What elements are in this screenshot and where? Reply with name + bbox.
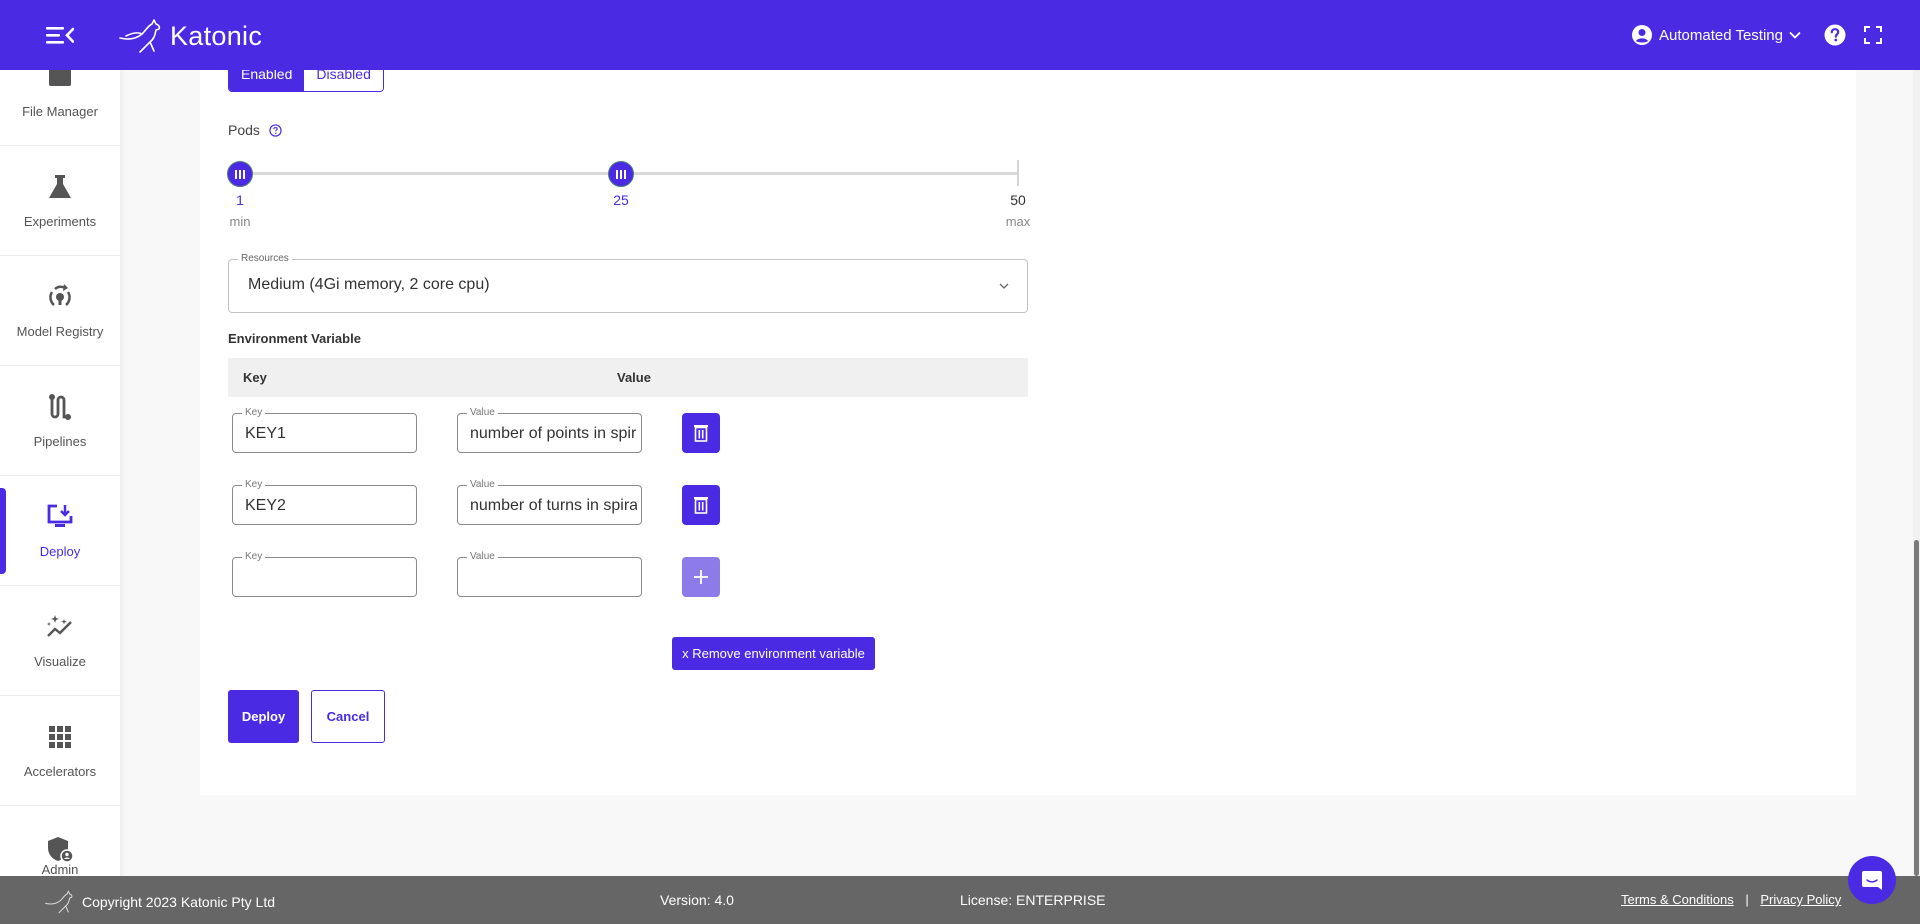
sidebar-item-model-registry[interactable]: Model Registry: [0, 256, 120, 366]
delete-env-button[interactable]: [682, 413, 720, 453]
env-key-input[interactable]: [245, 423, 412, 445]
sidebar-item-visualize[interactable]: Visualize: [0, 586, 120, 696]
scrollbar-thumb[interactable]: [1914, 540, 1919, 876]
page-footer: Copyright 2023 Katonic Pty Ltd Version: …: [0, 876, 1920, 924]
slider-thumb-min[interactable]: [227, 161, 253, 187]
footer-version: Version: 4.0: [660, 892, 734, 908]
slider-thumb-max[interactable]: [608, 161, 635, 187]
sidebar-item-label: Visualize: [34, 654, 86, 669]
env-col-value: Value: [617, 370, 651, 385]
chat-launcher-button[interactable]: [1848, 856, 1896, 904]
model-registry-icon: [49, 284, 71, 306]
kangaroo-logo-icon: [119, 19, 161, 53]
trash-icon: [694, 497, 708, 514]
sidebar-item-label: Deploy: [39, 544, 81, 559]
remove-env-variable-button[interactable]: x Remove environment variable: [672, 637, 875, 670]
cancel-button[interactable]: Cancel: [311, 690, 385, 743]
pods-range-slider[interactable]: 1 25 50 min max: [227, 160, 1030, 230]
env-key-field: Key: [232, 479, 417, 525]
env-value-field: Value: [457, 551, 642, 597]
chat-bubble-icon: [1862, 871, 1882, 890]
env-key-field: Key: [232, 407, 417, 453]
grid-icon: [49, 726, 71, 748]
deploy-monitor-icon: [47, 504, 73, 527]
chevron-down-icon: [1789, 31, 1801, 39]
field-legend: Key: [242, 407, 266, 419]
help-circle-icon[interactable]: [269, 123, 282, 137]
pods-label-text: Pods: [228, 122, 260, 138]
pods-label: Pods: [228, 122, 282, 138]
slider-min-caption: min: [229, 214, 251, 229]
top-app-bar: Katonic Automated Testing: [0, 0, 1920, 70]
env-section-title: Environment Variable: [228, 331, 361, 346]
help-icon[interactable]: [1824, 24, 1846, 46]
slider-max-caption: max: [1005, 214, 1031, 229]
field-legend: Value: [467, 407, 498, 419]
account-circle-icon: [1632, 25, 1652, 45]
pipeline-icon: [49, 394, 71, 420]
env-value-field: Value: [457, 407, 642, 453]
fullscreen-icon[interactable]: [1864, 26, 1882, 44]
katonic-logo[interactable]: Katonic: [118, 16, 262, 56]
slider-selected-value: 25: [613, 192, 629, 208]
resources-value: Medium (4Gi memory, 2 core cpu): [248, 276, 490, 293]
resources-legend: Resources: [238, 253, 292, 264]
sidebar-item-accelerators[interactable]: Accelerators: [0, 696, 120, 806]
terms-link[interactable]: Terms & Conditions: [1621, 892, 1734, 907]
flask-icon: [49, 175, 71, 198]
kangaroo-logo-icon: [45, 890, 73, 914]
resources-select[interactable]: Resources Medium (4Gi memory, 2 core cpu…: [228, 253, 1028, 313]
env-key-input[interactable]: [245, 495, 412, 517]
sidebar-item-pipelines[interactable]: Pipelines: [0, 366, 120, 476]
slider-end-tick: [1017, 160, 1019, 186]
sidebar-item-label: Experiments: [23, 214, 97, 229]
env-value-field: Value: [457, 479, 642, 525]
env-key-field: Key: [232, 551, 417, 597]
copyright-text: Copyright 2023 Katonic Pty Ltd: [82, 894, 276, 910]
sidebar-nav: File Manager Experiments Model Registry …: [0, 68, 120, 924]
field-legend: Key: [242, 551, 266, 563]
sidebar-item-experiments[interactable]: Experiments: [0, 146, 120, 256]
env-value-input[interactable]: [470, 495, 637, 517]
sidebar-item-label: Model Registry: [16, 324, 104, 339]
slider-min-value: 1: [236, 192, 244, 208]
env-table-header: Key Value: [228, 358, 1028, 397]
sidebar-item-label: File Manager: [22, 104, 98, 119]
brand-name: Katonic: [170, 20, 263, 51]
add-env-button[interactable]: [682, 557, 720, 597]
plus-icon: [694, 570, 708, 584]
deploy-form-card: [200, 40, 1856, 795]
field-legend: Value: [467, 551, 498, 563]
privacy-link[interactable]: Privacy Policy: [1760, 892, 1841, 907]
sidebar-item-label: Pipelines: [33, 434, 87, 449]
admin-shield-icon: [48, 837, 74, 863]
delete-env-button[interactable]: [682, 485, 720, 525]
user-menu[interactable]: Automated Testing: [1632, 22, 1801, 48]
env-key-input[interactable]: [245, 567, 412, 589]
env-value-input[interactable]: [470, 567, 637, 589]
env-col-key: Key: [243, 370, 267, 385]
sparkle-chart-icon: [47, 615, 72, 637]
page-scrollbar[interactable]: [1913, 70, 1920, 876]
deploy-button[interactable]: Deploy: [228, 690, 299, 743]
slider-max-value: 50: [1010, 192, 1026, 208]
menu-collapse-icon[interactable]: [46, 24, 74, 46]
user-name: Automated Testing: [1659, 26, 1783, 44]
chevron-down-icon: [999, 283, 1009, 289]
sidebar-item-label: Admin: [41, 862, 79, 877]
sidebar-item-deploy[interactable]: Deploy: [0, 476, 120, 586]
footer-copyright: Copyright 2023 Katonic Pty Ltd: [44, 890, 275, 914]
footer-links: Terms & Conditions | Privacy Policy: [1621, 892, 1841, 907]
footer-license: License: ENTERPRISE: [960, 892, 1106, 908]
field-legend: Key: [242, 479, 266, 491]
env-value-input[interactable]: [470, 423, 637, 445]
footer-separator: |: [1745, 892, 1749, 907]
sidebar-item-label: Accelerators: [23, 764, 97, 779]
trash-icon: [694, 425, 708, 442]
field-legend: Value: [467, 479, 498, 491]
